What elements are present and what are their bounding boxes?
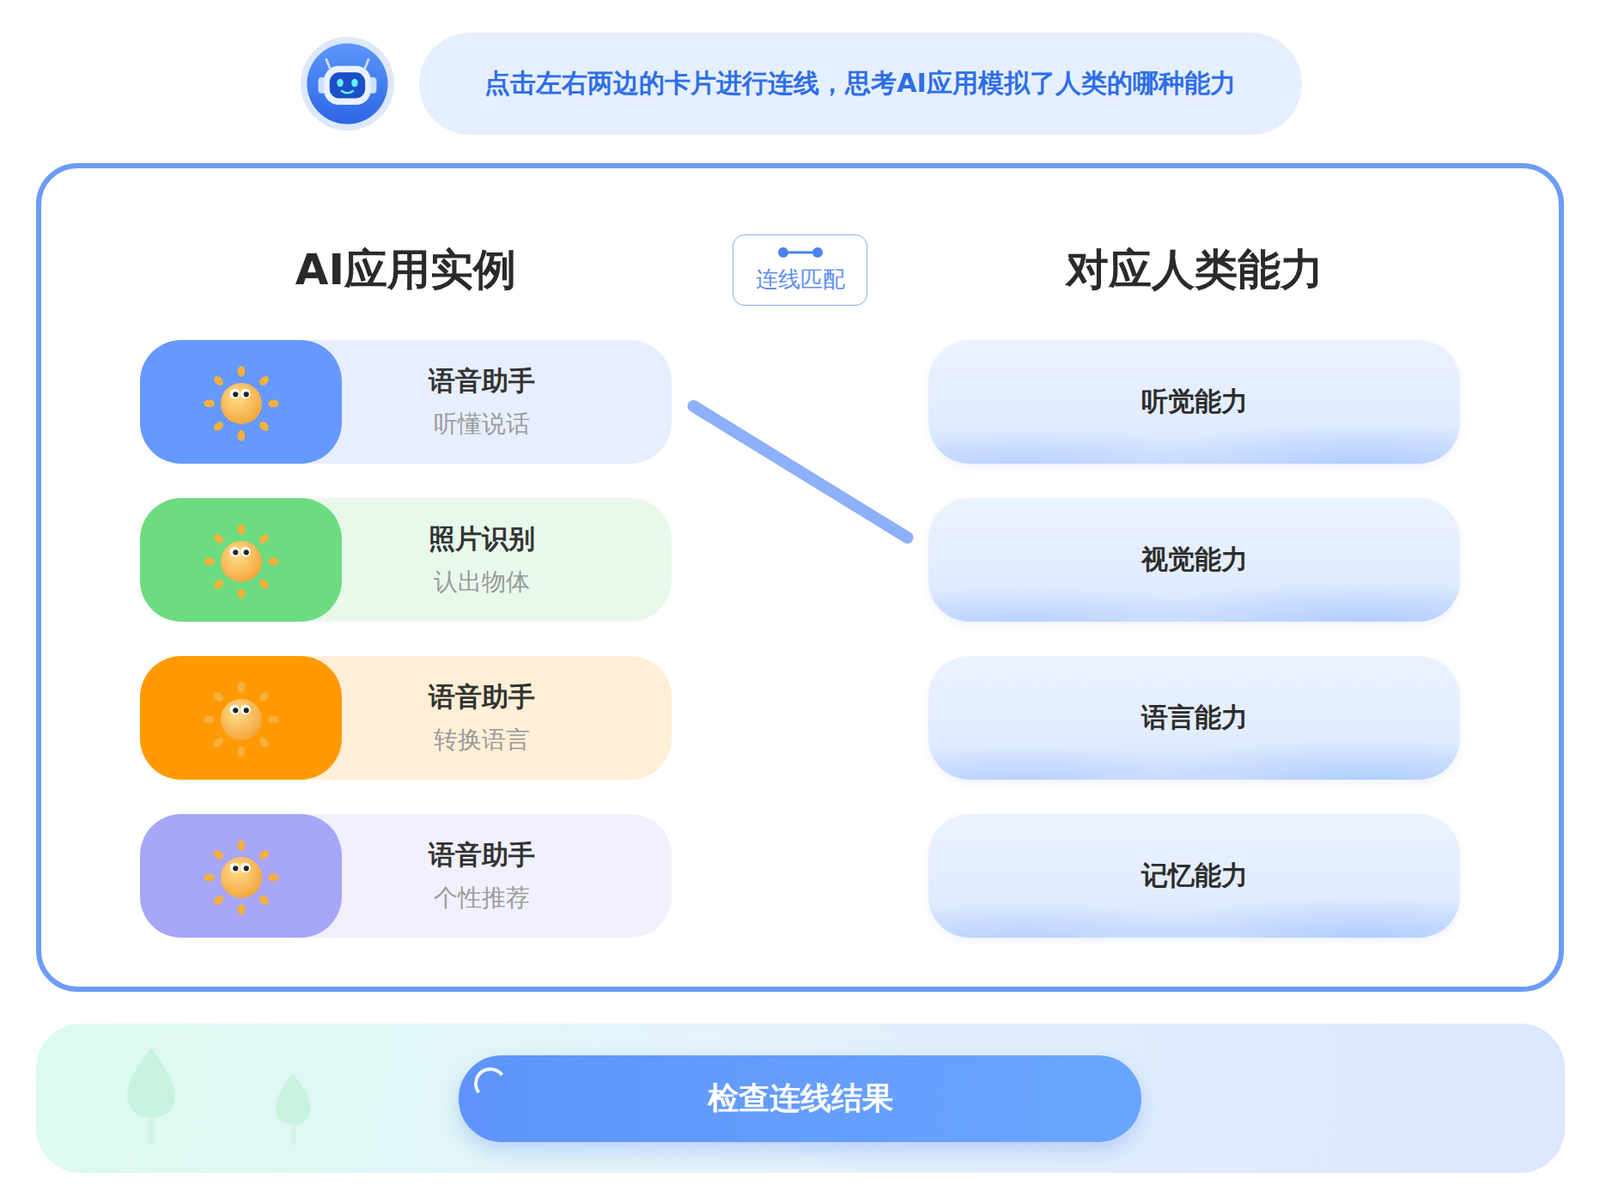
- sun-mascot-icon: [200, 676, 283, 760]
- badge-cell: 连线匹配: [671, 234, 929, 306]
- instruction-header: 点击左右两边的卡片进行连线，思考AI应用模拟了人类的哪种能力: [298, 0, 1302, 135]
- match-badge-label: 连线匹配: [755, 264, 846, 295]
- app-card[interactable]: 照片识别认出物体: [139, 498, 672, 622]
- app-title: 语音助手: [428, 837, 536, 874]
- ability-card[interactable]: 听觉能力: [928, 340, 1461, 464]
- ability-card[interactable]: 语言能力: [928, 656, 1461, 780]
- app-swatch: [139, 656, 342, 780]
- app-text: 语音助手转换语言: [341, 656, 672, 780]
- bottom-bar: 检查连线结果: [36, 1023, 1565, 1174]
- app-text: 语音助手听懂说话: [341, 340, 672, 464]
- ability-label: 语言能力: [1141, 699, 1248, 737]
- connector-area: [671, 340, 929, 938]
- matching-page: 点击左右两边的卡片进行连线，思考AI应用模拟了人类的哪种能力 AI应用实例 连线匹配…: [0, 0, 1600, 1191]
- instruction-bubble: 点击左右两边的卡片进行连线，思考AI应用模拟了人类的哪种能力: [419, 32, 1302, 135]
- tree-icon: [273, 1070, 313, 1148]
- check-button[interactable]: 检查连线结果: [458, 1055, 1142, 1143]
- sun-mascot-icon: [200, 518, 283, 602]
- app-card[interactable]: 语音助手个性推荐: [139, 814, 672, 938]
- app-list: 语音助手听懂说话照片识别认出物体语音助手转换语言语音助手个性推荐: [139, 340, 672, 938]
- tree-decoration: [36, 1044, 460, 1174]
- app-text: 语音助手个性推荐: [341, 814, 672, 938]
- ability-label: 记忆能力: [1141, 857, 1248, 895]
- apps-title: AI应用实例: [139, 234, 672, 306]
- ability-card[interactable]: 视觉能力: [928, 498, 1461, 622]
- app-title: 照片识别: [428, 521, 536, 558]
- robot-avatar-icon: [298, 35, 396, 133]
- app-subtitle: 转换语言: [433, 723, 530, 757]
- app-swatch: [139, 814, 342, 938]
- instruction-text: 点击左右两边的卡片进行连线，思考AI应用模拟了人类的哪种能力: [484, 66, 1235, 102]
- app-subtitle: 认出物体: [433, 565, 530, 599]
- ability-label: 视觉能力: [1141, 541, 1248, 578]
- app-subtitle: 个性推荐: [433, 882, 530, 915]
- link-icon: [776, 245, 825, 260]
- check-button-label: 检查连线结果: [707, 1077, 894, 1120]
- connection-lines: [671, 340, 929, 938]
- ability-label: 听觉能力: [1141, 383, 1248, 420]
- app-card[interactable]: 语音助手转换语言: [139, 656, 672, 780]
- app-title: 语音助手: [428, 679, 536, 716]
- sun-mascot-icon: [200, 360, 283, 444]
- app-swatch: [139, 498, 342, 622]
- ability-card[interactable]: 记忆能力: [928, 814, 1461, 938]
- connection-line[interactable]: [693, 406, 908, 538]
- tree-icon: [125, 1044, 177, 1148]
- app-swatch: [139, 340, 342, 464]
- app-card[interactable]: 语音助手听懂说话: [139, 340, 672, 464]
- app-subtitle: 听懂说话: [433, 407, 530, 441]
- sun-mascot-icon: [200, 834, 283, 918]
- matching-panel: AI应用实例连线匹配对应人类能力语音助手听懂说话照片识别认出物体语音助手转换语言…: [36, 163, 1564, 992]
- app-title: 语音助手: [428, 363, 536, 400]
- ability-list: 听觉能力视觉能力语言能力记忆能力: [928, 340, 1461, 938]
- app-text: 照片识别认出物体: [341, 498, 672, 622]
- abilities-title: 对应人类能力: [928, 234, 1461, 306]
- match-badge: 连线匹配: [732, 234, 868, 306]
